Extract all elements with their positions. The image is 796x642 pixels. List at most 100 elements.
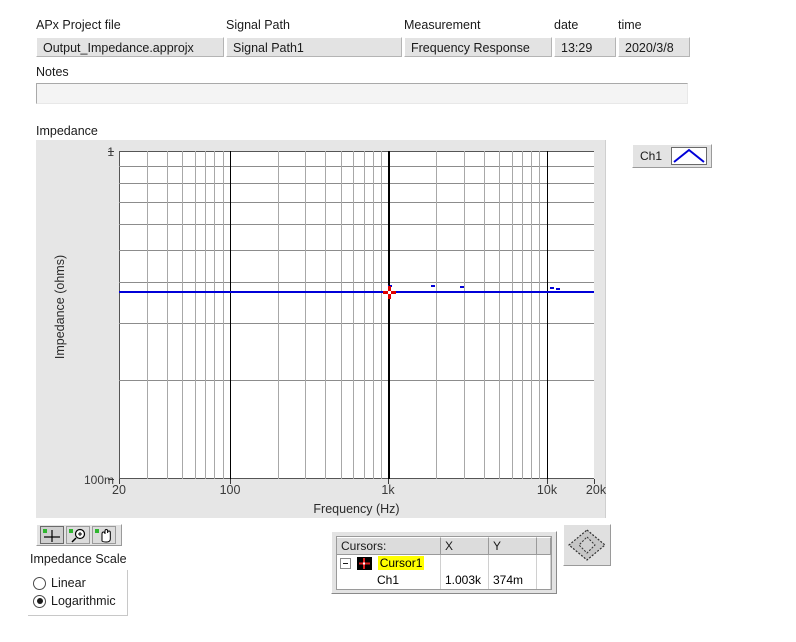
channel-row-extra-cell[interactable] [537, 572, 551, 589]
y-tick-mark-1 [108, 151, 114, 152]
radio-logarithmic[interactable]: Logarithmic [33, 594, 116, 608]
gridline-v-70 [205, 151, 206, 479]
meta-value-date[interactable]: 13:29 [554, 37, 616, 57]
meta-value-project-file[interactable]: Output_Impedance.approjx [36, 37, 224, 57]
gridline-v-6k [512, 151, 513, 479]
x-tick-label-20: 20 [112, 483, 126, 497]
cursors-col-header-x[interactable]: X [441, 537, 489, 555]
magnifier-zoom-icon[interactable] [66, 526, 90, 544]
cursor-row-y-cell[interactable] [489, 555, 537, 572]
gridline-v-300 [305, 151, 306, 479]
gridline-v-60 [195, 151, 196, 479]
gridline-v-500 [341, 151, 342, 479]
magnifier-zoom-glyph [69, 528, 86, 543]
gridline-v-3k [464, 151, 465, 479]
cursor-marker-swatch [357, 557, 373, 571]
legend-ch1[interactable]: Ch1 [632, 144, 712, 168]
impedance-scale-label: Impedance Scale [30, 552, 127, 566]
gridline-v-400 [325, 151, 326, 479]
peak-line-glyph [673, 148, 705, 163]
gridline-v-100 [230, 151, 231, 479]
x-tick-label-20k: 20k [585, 483, 607, 497]
resize-grip[interactable] [563, 524, 611, 566]
radio-label-linear: Linear [51, 576, 86, 590]
crosshair-icon[interactable] [40, 526, 64, 544]
hand-pan-icon[interactable] [92, 526, 116, 544]
notes-label: Notes [36, 65, 69, 79]
cursor1-marker[interactable] [383, 286, 396, 299]
peak-line-icon [671, 147, 707, 165]
red-cross-marker-icon [359, 558, 371, 570]
collapse-toggle-icon[interactable] [340, 558, 351, 570]
gridline-v-10k [547, 151, 548, 479]
channel-row-name-cell[interactable]: Ch1 [337, 572, 441, 589]
gridline-v-8k [531, 151, 532, 479]
series-noise-blip [460, 286, 464, 288]
series-line-ch1 [119, 291, 594, 293]
y-tick-mark-100m [108, 479, 114, 480]
gridline-v-200 [278, 151, 279, 479]
gridline-v-5k [499, 151, 500, 479]
meta-value-time[interactable]: 2020/3/8 [618, 37, 690, 57]
cursor-row-name-cell[interactable]: Cursor1 [337, 555, 441, 572]
gridline-v-7k [522, 151, 523, 479]
radio-dot-logarithmic [33, 594, 46, 608]
gridline-v-2k [436, 151, 437, 479]
gridline-v-4k [484, 151, 485, 479]
project-meta-bar: APx Project file Output_Impedance.approj… [36, 18, 696, 68]
series-noise-blip [431, 285, 435, 287]
impedance-graph-panel: 1 100m Impedance (ohms) 20 100 1k 10k 20… [36, 140, 606, 518]
table-row[interactable]: Cursor1 [337, 555, 551, 572]
meta-col-time: time 2020/3/8 [618, 18, 690, 57]
cursors-table[interactable]: Cursors: X Y Cursor1 Ch1 1.003k 374m [336, 536, 552, 590]
channel-row-x-cell[interactable]: 1.003k [441, 572, 489, 589]
meta-label-date: date [554, 18, 579, 32]
plot-border-left [119, 151, 120, 479]
x-tick-label-100: 100 [219, 483, 241, 497]
y-tick-label-100m: 100m [83, 473, 114, 487]
meta-col-signal-path: Signal Path Signal Path1 [226, 18, 402, 57]
gridline-v-50 [182, 151, 183, 479]
y-axis: 1 100m Impedance (ohms) [36, 140, 114, 518]
cursors-col-header-name[interactable]: Cursors: [337, 537, 441, 555]
meta-label-time: time [618, 18, 642, 32]
cursor-row-name: Cursor1 [377, 556, 425, 570]
plot-area[interactable] [119, 151, 594, 479]
meta-label-measurement: Measurement [404, 18, 481, 32]
gridline-v-800 [373, 151, 374, 479]
gridline-v-80 [214, 151, 215, 479]
diamond-grip-icon [568, 529, 606, 561]
notes-input[interactable] [36, 83, 688, 104]
legend-label-ch1: Ch1 [640, 149, 663, 163]
cursors-panel: Cursors: X Y Cursor1 Ch1 1.003k 374m [331, 531, 557, 594]
cursor-row-extra-cell[interactable] [537, 555, 551, 572]
gridline-v-600 [353, 151, 354, 479]
cursor1-vertical-line[interactable] [389, 151, 390, 479]
hand-pan-glyph [95, 528, 111, 543]
meta-col-date: date 13:29 [554, 18, 616, 57]
cursors-table-header: Cursors: X Y [337, 537, 551, 555]
channel-row-y-cell[interactable]: 374m [489, 572, 537, 589]
radio-linear[interactable]: Linear [33, 576, 86, 590]
meta-value-signal-path[interactable]: Signal Path1 [226, 37, 402, 57]
meta-col-measurement: Measurement Frequency Response [404, 18, 552, 57]
meta-value-measurement[interactable]: Frequency Response [404, 37, 552, 57]
gridline-v-90 [223, 151, 224, 479]
gridline-v-30 [147, 151, 148, 479]
gridline-v-40 [167, 151, 168, 479]
series-noise-blip [556, 288, 560, 290]
impedance-scale-group: Linear Logarithmic [28, 570, 128, 616]
radio-dot-linear [33, 576, 46, 590]
x-tick-label-10k: 10k [536, 483, 558, 497]
graph-title: Impedance [36, 124, 98, 138]
y-axis-title: Impedance (ohms) [53, 254, 67, 360]
gridline-v-900 [381, 151, 382, 479]
red-cross-marker-icon [383, 286, 396, 299]
crosshair-glyph [43, 529, 60, 542]
cursors-col-header-y[interactable]: Y [489, 537, 537, 555]
meta-label-project-file: APx Project file [36, 18, 121, 32]
table-row[interactable]: Ch1 1.003k 374m [337, 572, 551, 589]
cursor-row-x-cell[interactable] [441, 555, 489, 572]
cursors-col-header-extra[interactable] [537, 537, 551, 555]
meta-col-project-file: APx Project file Output_Impedance.approj… [36, 18, 224, 57]
